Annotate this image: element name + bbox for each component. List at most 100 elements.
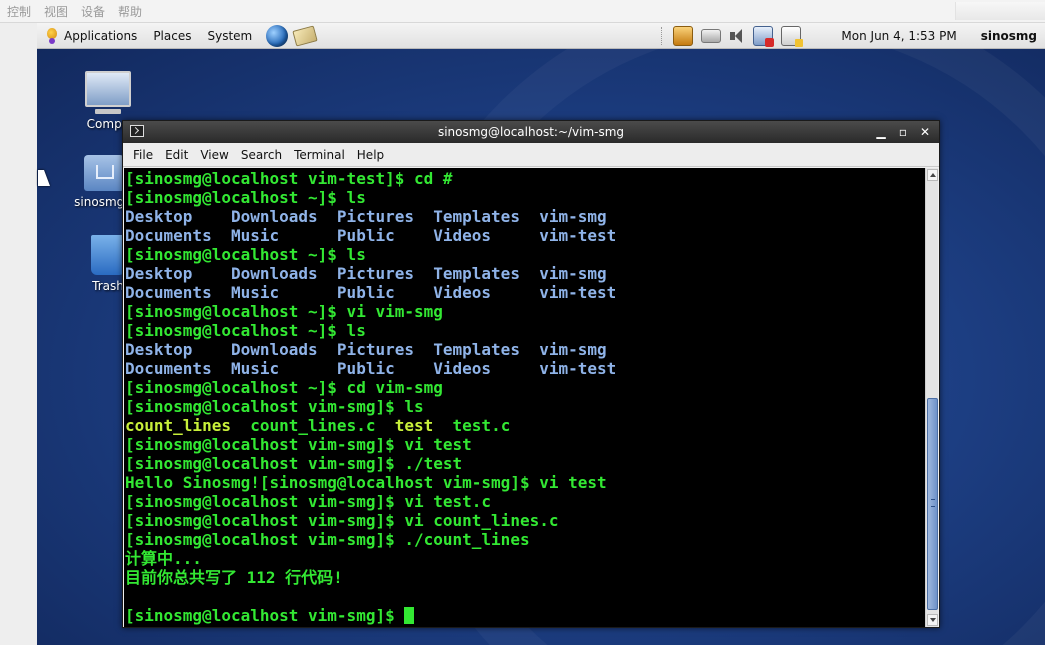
battery-icon[interactable] xyxy=(781,25,804,47)
applications-menu-label: Applications xyxy=(64,28,138,43)
terminal-text: [sinosmg@localhost vim-smg]$ vi test xyxy=(125,435,472,454)
terminal-line: [sinosmg@localhost ~]$ ls xyxy=(125,321,926,340)
terminal-text: [sinosmg@localhost ~]$ ls xyxy=(125,321,366,340)
terminal-text: [sinosmg@localhost vim-smg]$ vi count_li… xyxy=(125,511,559,530)
maximize-button[interactable]: ▫ xyxy=(895,124,911,140)
terminal-line: [sinosmg@localhost ~]$ ls xyxy=(125,188,926,207)
mail-icon[interactable] xyxy=(292,24,318,47)
terminal-output[interactable]: [sinosmg@localhost vim-test]$ cd # [sinos… xyxy=(124,168,926,627)
clock[interactable]: Mon Jun 4, 1:53 PM xyxy=(841,29,956,43)
menu-edit[interactable]: Edit xyxy=(159,148,194,162)
terminal-text: Desktop Downloads Pictures Templates vim… xyxy=(125,264,607,283)
computer-icon xyxy=(85,71,131,114)
applications-menu[interactable]: Applications xyxy=(37,23,145,49)
terminal-text: count_lines.c xyxy=(230,416,395,435)
menu-search[interactable]: Search xyxy=(235,148,288,162)
terminal-text: test xyxy=(394,416,434,435)
terminal-line: [sinosmg@localhost ~]$ cd vim-smg xyxy=(125,378,926,397)
vm-menu-view[interactable]: 视图 xyxy=(37,3,74,20)
terminal-text: [sinosmg@localhost vim-smg]$ vi test.c xyxy=(125,492,492,511)
terminal-text: count_lines xyxy=(125,416,231,435)
terminal-text: [sinosmg@localhost ~]$ cd vim-smg xyxy=(125,378,443,397)
terminal-titlebar[interactable]: sinosmg@localhost:~/vim-smg ▁ ▫ ✕ xyxy=(123,121,939,143)
terminal-line: Hello Sinosmg![sinosmg@localhost vim-smg… xyxy=(125,473,926,492)
terminal-line: [sinosmg@localhost ~]$ vi vim-smg xyxy=(125,302,926,321)
terminal-line: 计算中... xyxy=(125,549,926,568)
terminal-line: Documents Music Public Videos vim-test xyxy=(125,359,926,378)
terminal-text: [sinosmg@localhost vim-smg]$ ./count_lin… xyxy=(125,530,530,549)
terminal-line: [sinosmg@localhost vim-smg]$ xyxy=(125,606,926,625)
close-button[interactable]: ✕ xyxy=(917,124,933,140)
scroll-grip-icon xyxy=(931,499,935,507)
vm-menubar: 控制 视图 设备 帮助 xyxy=(0,0,1045,23)
terminal-text: Documents Music Public Videos vim-test xyxy=(125,359,617,378)
gnome-foot-icon xyxy=(45,27,59,44)
terminal-text: Documents Music Public Videos vim-test xyxy=(125,283,617,302)
scroll-thumb[interactable] xyxy=(927,398,938,610)
network-icon[interactable] xyxy=(753,25,775,47)
volume-icon[interactable] xyxy=(729,26,745,46)
scroll-up-arrow-icon[interactable] xyxy=(927,169,938,181)
terminal-line: Documents Music Public Videos vim-test xyxy=(125,226,926,245)
terminal-title: sinosmg@localhost:~/vim-smg xyxy=(437,125,625,139)
terminal-text: 目前你总共写了 112 行代码! xyxy=(125,568,343,587)
terminal-scrollbar[interactable] xyxy=(925,168,938,627)
printer-icon[interactable] xyxy=(701,28,722,43)
globe-icon[interactable] xyxy=(266,24,289,47)
terminal-text: [sinosmg@localhost ~]$ ls xyxy=(125,188,366,207)
terminal-line: [sinosmg@localhost vim-smg]$ ls xyxy=(125,397,926,416)
user-switcher[interactable]: sinosmg xyxy=(981,29,1037,43)
terminal-line: [sinosmg@localhost vim-smg]$ vi count_li… xyxy=(125,511,926,530)
vm-left-margin xyxy=(0,23,37,645)
terminal-line: Documents Music Public Videos vim-test xyxy=(125,283,926,302)
trash-icon xyxy=(91,235,125,275)
vm-menu-devices[interactable]: 设备 xyxy=(74,3,111,20)
terminal-text: [sinosmg@localhost vim-smg]$ ls xyxy=(125,397,424,416)
menu-view[interactable]: View xyxy=(194,148,234,162)
terminal-text: [sinosmg@localhost vim-test]$ cd # xyxy=(125,169,453,188)
system-menu-label: System xyxy=(207,28,253,43)
terminal-text: Desktop Downloads Pictures Templates vim… xyxy=(125,340,607,359)
terminal-icon xyxy=(130,125,144,137)
vm-menu-control[interactable]: 控制 xyxy=(0,3,37,20)
menu-terminal[interactable]: Terminal xyxy=(288,148,351,162)
terminal-line: [sinosmg@localhost ~]$ ls xyxy=(125,245,926,264)
tray-separator xyxy=(661,26,663,45)
terminal-line: 目前你总共写了 112 行代码! xyxy=(125,568,926,587)
places-menu-label: Places xyxy=(153,28,192,43)
terminal-menubar: File Edit View Search Terminal Help xyxy=(123,143,939,167)
terminal-line: count_lines count_lines.c test test.c xyxy=(125,416,926,435)
terminal-line: [sinosmg@localhost vim-smg]$ vi test.c xyxy=(125,492,926,511)
scroll-down-arrow-icon[interactable] xyxy=(927,614,938,626)
terminal-cursor xyxy=(404,607,415,624)
home-folder-icon xyxy=(84,155,124,191)
menu-help[interactable]: Help xyxy=(351,148,390,162)
terminal-text: [sinosmg@localhost vim-smg]$ ./test xyxy=(125,454,463,473)
system-menu[interactable]: System xyxy=(199,23,260,49)
terminal-line: Desktop Downloads Pictures Templates vim… xyxy=(125,207,926,226)
terminal-line: [sinosmg@localhost vim-smg]$ ./test xyxy=(125,454,926,473)
terminal-line: [sinosmg@localhost vim-test]$ cd # xyxy=(125,169,926,188)
menu-file[interactable]: File xyxy=(127,148,159,162)
update-icon[interactable] xyxy=(673,25,694,46)
terminal-line: Desktop Downloads Pictures Templates vim… xyxy=(125,340,926,359)
terminal-window: sinosmg@localhost:~/vim-smg ▁ ▫ ✕ File E… xyxy=(122,120,940,628)
terminal-line: [sinosmg@localhost vim-smg]$ ./count_lin… xyxy=(125,530,926,549)
top-panel: Applications Places System Mon Jun 4, 1:… xyxy=(37,23,1045,49)
terminal-line: Desktop Downloads Pictures Templates vim… xyxy=(125,264,926,283)
terminal-text: [sinosmg@localhost vim-smg]$ xyxy=(125,606,405,625)
terminal-text: test.c xyxy=(433,416,511,435)
minimize-button[interactable]: ▁ xyxy=(873,124,889,140)
terminal-text: Desktop Downloads Pictures Templates vim… xyxy=(125,207,607,226)
terminal-text: [sinosmg@localhost ~]$ ls xyxy=(125,245,366,264)
vm-menu-help[interactable]: 帮助 xyxy=(111,3,148,20)
vm-toolbar-strip xyxy=(955,2,1045,20)
terminal-text: Hello Sinosmg![sinosmg@localhost vim-smg… xyxy=(125,473,607,492)
terminal-text: [sinosmg@localhost ~]$ vi vim-smg xyxy=(125,302,443,321)
mouse-pointer-icon xyxy=(38,170,50,186)
terminal-text: 计算中... xyxy=(125,549,202,568)
places-menu[interactable]: Places xyxy=(145,23,199,49)
terminal-text: Documents Music Public Videos vim-test xyxy=(125,226,617,245)
terminal-line: [sinosmg@localhost vim-smg]$ vi test xyxy=(125,435,926,454)
